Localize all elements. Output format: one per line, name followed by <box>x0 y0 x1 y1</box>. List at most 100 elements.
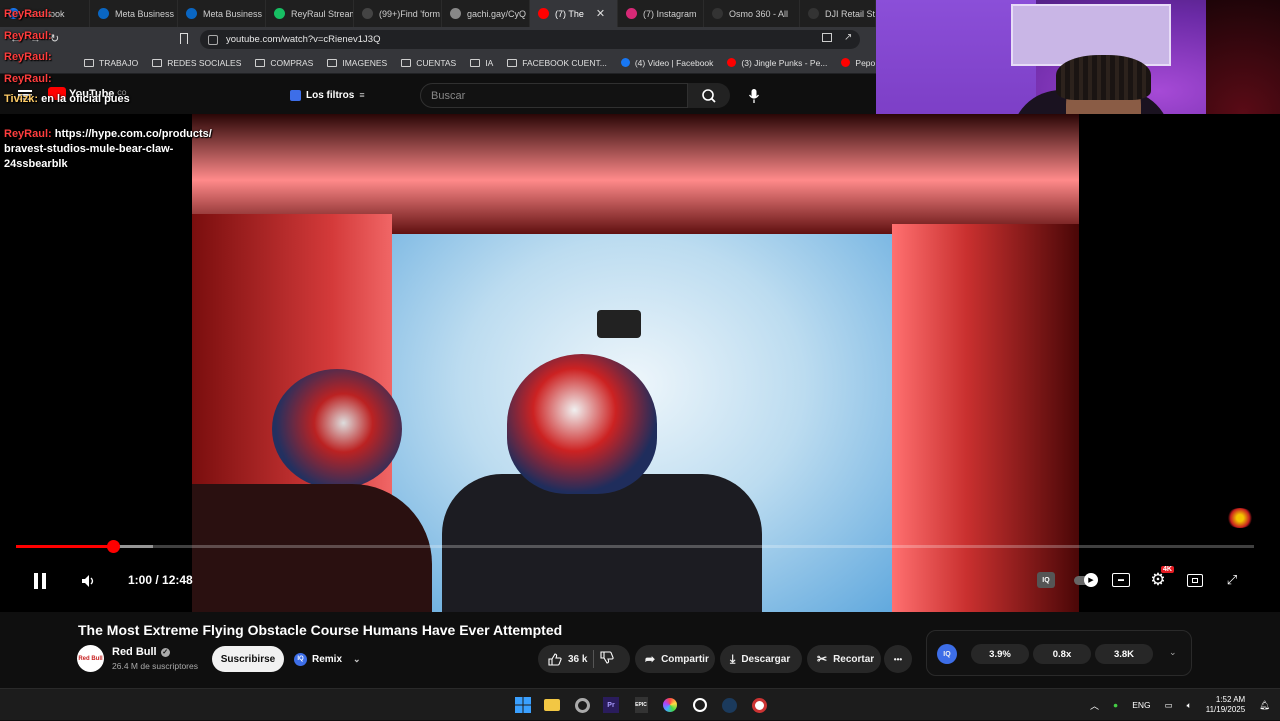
bookmark-item[interactable]: REDES SOCIALES <box>152 58 241 68</box>
clock-date: 11/19/2025 <box>1205 705 1246 714</box>
miniplayer-icon <box>1192 578 1198 583</box>
search-button[interactable] <box>688 83 730 108</box>
progress-bar[interactable] <box>16 545 1254 548</box>
bookmark-item[interactable]: CUENTAS <box>401 58 456 68</box>
more-actions-button[interactable]: ••• <box>884 645 912 673</box>
subtitles-button[interactable]: ▬ <box>1112 573 1130 587</box>
browser-tab[interactable]: (7) The ✕ <box>530 0 618 27</box>
bookmark-label: CUENTAS <box>416 57 457 68</box>
dislike-button[interactable] <box>600 651 615 667</box>
browser-tab[interactable]: Meta Business <box>178 0 266 27</box>
tab-favicon-icon <box>538 8 549 19</box>
tab-label: Osmo 360 - All <box>729 8 789 19</box>
pause-button[interactable] <box>30 570 50 592</box>
channel-name: Red Bull <box>112 646 157 658</box>
chat-message: ReyRaul: <box>4 51 52 63</box>
browser-toolbar: ← → ↻ youtube.com/watch?v=cRienev1J3Q ↗ <box>0 27 876 52</box>
cast-icon[interactable] <box>822 33 832 42</box>
browser-tab[interactable]: DJI Retail Store <box>800 0 876 27</box>
network-icon[interactable]: ▭ <box>1165 700 1173 711</box>
steam-icon[interactable] <box>719 695 739 715</box>
chat-username: Tivizk <box>4 93 35 105</box>
share-page-icon[interactable]: ↗ <box>844 32 852 43</box>
autoplay-toggle[interactable]: ▶ <box>1074 572 1098 587</box>
bookmark-label: FACEBOOK CUENT... <box>522 57 607 68</box>
openai-icon[interactable] <box>690 695 710 715</box>
channel-avatar-text: Red Bull <box>78 655 103 662</box>
speaker-icon[interactable]: 🔈︎ <box>1187 700 1192 711</box>
share-icon: ➦ <box>645 652 656 666</box>
windows-start-icon[interactable] <box>513 695 533 715</box>
video-player[interactable] <box>0 114 1280 612</box>
browser-tab[interactable]: Meta Business <box>90 0 178 27</box>
volume-button[interactable] <box>80 572 98 590</box>
tab-label: gachi.gay/CyQ <box>467 8 527 19</box>
bookmark-item[interactable]: COMPRAS <box>255 58 313 68</box>
remix-button[interactable]: IQ Remix ⌄ <box>294 648 361 670</box>
address-bar[interactable]: youtube.com/watch?v=cRienev1J3Q ↗ <box>200 30 860 49</box>
color-app-icon[interactable] <box>660 695 680 715</box>
bookmark-icon[interactable] <box>180 33 188 44</box>
chat-username: ReyRaul <box>4 51 49 63</box>
chevron-up-icon[interactable]: ︿ <box>1090 699 1099 712</box>
url-text: youtube.com/watch?v=cRienev1J3Q <box>226 34 381 45</box>
bookmark-item[interactable]: FACEBOOK CUENT... <box>507 58 607 68</box>
chevron-down-icon[interactable]: ⌄ <box>1169 647 1177 658</box>
site-info-icon[interactable] <box>208 34 218 45</box>
clip-button[interactable]: ✂ Recortar <box>807 645 881 673</box>
tab-favicon-icon <box>626 8 637 19</box>
close-tab-icon[interactable]: ✕ <box>596 7 605 20</box>
subscribe-button[interactable]: Suscribirse <box>212 646 284 672</box>
voice-search-button[interactable] <box>740 83 768 108</box>
subtitles-icon: ▬ <box>1118 577 1124 583</box>
chat-text: https://hype.com.co/products/ <box>54 128 212 140</box>
tab-label: (7) Instagram <box>643 8 697 19</box>
browser-tab[interactable]: (99+)Find 'form <box>354 0 442 27</box>
epic-games-icon[interactable]: EPIC <box>631 695 651 715</box>
tab-favicon-icon <box>808 8 819 19</box>
miniplayer-button[interactable] <box>1187 574 1203 587</box>
share-button[interactable]: ➦ Compartir <box>635 645 715 673</box>
browser-tab[interactable]: (7) Instagram <box>618 0 704 27</box>
download-icon: ⤓ <box>730 651 736 666</box>
bookmark-item[interactable]: (3) Jingle Punks - Pe... <box>727 58 827 68</box>
fullscreen-button[interactable]: ⤢ <box>1224 572 1240 588</box>
download-button[interactable]: ⤓ Descargar <box>720 645 802 673</box>
bookmark-item[interactable]: (4) Video | Facebook <box>620 57 714 68</box>
premiere-icon[interactable]: Pr <box>601 695 621 715</box>
obs-icon[interactable] <box>749 695 769 715</box>
youtube-icon <box>841 58 851 67</box>
system-tray: ︿ ● ENG ▭ 🔈︎ 1:52 AM 11/19/2025 🔔︎ <box>1090 689 1270 721</box>
chrome-icon[interactable] <box>572 695 592 715</box>
channel-avatar[interactable]: Red Bull <box>77 645 104 672</box>
share-label: Compartir <box>661 653 709 665</box>
browser-tab[interactable]: gachi.gay/CyQ <box>442 0 530 27</box>
chat-message: Tivizk: en la oficial pues <box>4 93 130 105</box>
browser-tab[interactable]: Osmo 360 - All <box>704 0 800 27</box>
bookmark-label: IMAGENES <box>342 57 388 68</box>
download-label: Descargar <box>741 653 791 665</box>
search-input[interactable]: Buscar <box>420 83 688 108</box>
like-button[interactable]: 36 k <box>548 652 587 666</box>
bookmark-label: COMPRAS <box>270 57 314 68</box>
chat-message: ReyRaul: <box>4 8 52 20</box>
file-explorer-icon[interactable] <box>542 695 562 715</box>
clock[interactable]: 1:52 AM 11/19/2025 <box>1206 695 1245 715</box>
bookmark-item[interactable]: IA <box>470 58 493 68</box>
settings-button[interactable]: ⚙ <box>1149 570 1167 589</box>
filters-button[interactable]: Los filtros ≡ <box>282 84 373 106</box>
iq-player-icon[interactable]: IQ <box>1037 572 1055 588</box>
played-bar <box>16 545 113 548</box>
bookmark-item[interactable]: TRABAJO <box>84 58 138 68</box>
tab-label: ReyRaul Stream <box>291 8 354 19</box>
language-indicator[interactable]: ENG <box>1132 700 1150 710</box>
microphone-tray-icon[interactable]: ● <box>1113 700 1118 710</box>
bookmark-item[interactable]: IMAGENES <box>327 58 387 68</box>
notification-bell-icon[interactable]: 🔔︎ <box>1259 700 1270 711</box>
browser-tab[interactable]: ReyRaul Stream <box>266 0 354 27</box>
channel-name-row[interactable]: Red Bull ✓ <box>112 646 170 658</box>
video-frame[interactable] <box>192 114 1079 612</box>
bookmark-label: (4) Video | Facebook <box>634 57 714 68</box>
bookmark-label: (3) Jingle Punks - Pe... <box>741 57 828 68</box>
scrubber-handle[interactable] <box>106 540 120 553</box>
